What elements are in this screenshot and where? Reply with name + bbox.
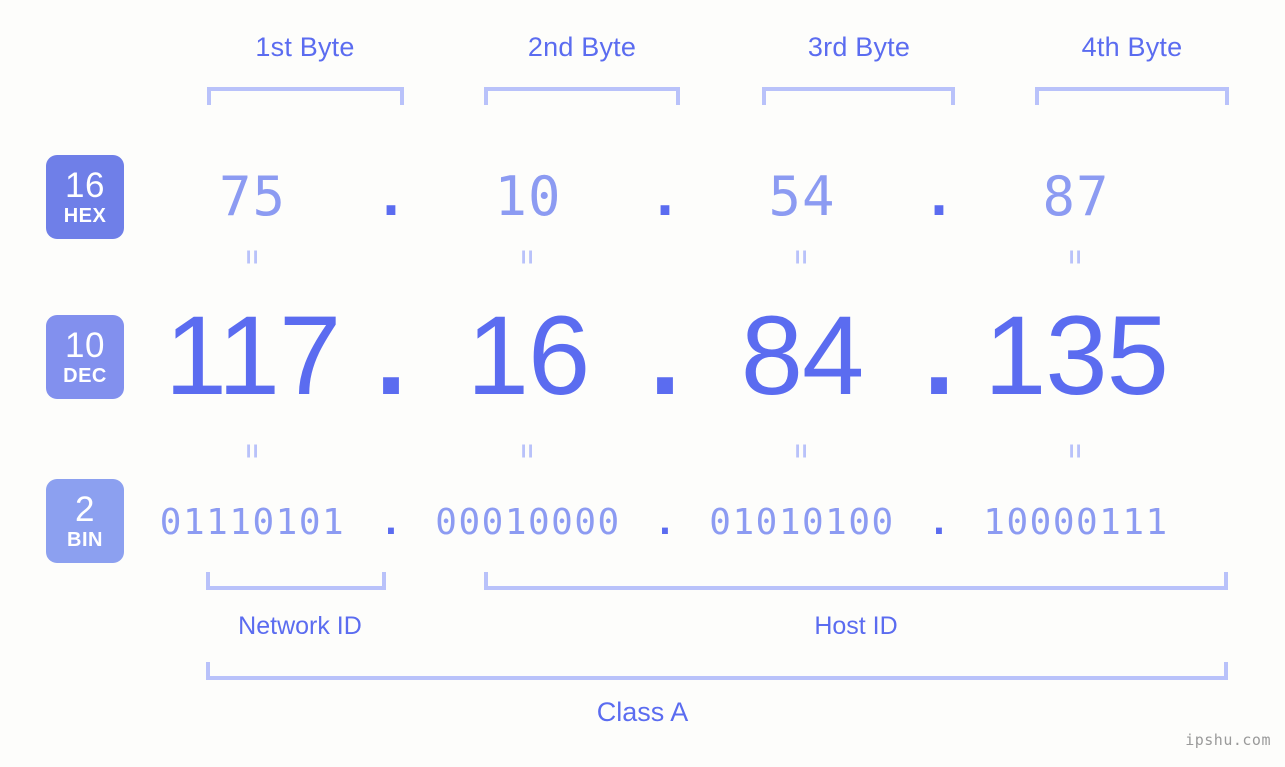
dec-value-row: 117 . 16 . 84 . 135 [140, 293, 1260, 418]
dec-separator-3: . [923, 292, 955, 418]
byte-header-3-label: 3rd Byte [807, 32, 911, 62]
byte-header-3: 3rd Byte [761, 32, 957, 63]
hex-separator-1: . [374, 164, 408, 228]
base-badge-dec-number: 10 [65, 326, 105, 365]
network-id-label: Network ID [200, 612, 400, 641]
hex-octet-2: 10 [494, 164, 562, 228]
dec-separator-1: . [375, 292, 407, 418]
base-badge-bin-number: 2 [75, 490, 95, 529]
class-label: Class A [0, 697, 1285, 728]
host-id-label: Host ID [756, 612, 956, 641]
byte-bracket-top-1 [207, 87, 404, 105]
hex-separator-3: . [922, 164, 956, 228]
hex-octet-3: 54 [768, 164, 836, 228]
host-id-bracket [484, 572, 1228, 590]
bin-separator-1: . [380, 501, 402, 543]
equals-row-hex-dec: = = = = [140, 244, 1260, 271]
equals-row-dec-bin: = = = = [140, 438, 1260, 465]
byte-header-4-label: 4th Byte [1081, 32, 1183, 62]
base-badge-hex: 16 HEX [46, 155, 124, 239]
equals-mark-8: = [1061, 443, 1091, 459]
ip-address-diagram: 1st Byte 2nd Byte 3rd Byte 4th Byte 16 H… [0, 0, 1285, 767]
base-badge-hex-name: HEX [63, 205, 107, 227]
byte-header-1: 1st Byte [205, 32, 405, 63]
bin-octet-4: 10000111 [983, 501, 1169, 543]
network-id-bracket [206, 572, 386, 590]
byte-bracket-top-4 [1035, 87, 1229, 105]
equals-mark-4: = [1061, 249, 1091, 265]
bin-separator-3: . [928, 501, 950, 543]
equals-mark-6: = [513, 443, 543, 459]
byte-header-2-label: 2nd Byte [527, 32, 637, 62]
byte-header-4: 4th Byte [1034, 32, 1230, 63]
dec-separator-2: . [649, 292, 681, 418]
dec-octet-3: 84 [740, 292, 865, 418]
byte-header-1-label: 1st Byte [255, 32, 355, 62]
equals-mark-7: = [787, 443, 817, 459]
dec-octet-1: 117 [164, 292, 342, 418]
byte-bracket-top-2 [484, 87, 680, 105]
bin-octet-3: 01010100 [709, 501, 895, 543]
hex-value-row: 75 . 10 . 54 . 87 [140, 152, 1260, 240]
equals-mark-3: = [787, 249, 817, 265]
base-badge-dec: 10 DEC [46, 315, 124, 399]
hex-separator-2: . [648, 164, 682, 228]
equals-mark-2: = [513, 249, 543, 265]
byte-bracket-top-3 [762, 87, 955, 105]
bin-separator-2: . [654, 501, 676, 543]
host-id-text: Host ID [814, 612, 898, 640]
bin-octet-2: 00010000 [435, 501, 621, 543]
base-badge-hex-number: 16 [65, 166, 105, 205]
byte-header-2: 2nd Byte [483, 32, 681, 63]
bin-octet-1: 01110101 [159, 501, 346, 543]
dec-octet-4: 135 [984, 292, 1169, 418]
class-bracket [206, 662, 1228, 680]
hex-octet-1: 75 [218, 164, 287, 228]
class-text: Class A [596, 697, 689, 727]
base-badge-bin: 2 BIN [46, 479, 124, 563]
network-id-text: Network ID [238, 612, 362, 640]
dec-octet-2: 16 [466, 292, 591, 418]
equals-mark-1: = [237, 249, 268, 265]
bin-value-row: 01110101 . 00010000 . 01010100 . 1000011… [140, 492, 1260, 552]
base-badge-bin-name: BIN [67, 529, 103, 551]
hex-octet-4: 87 [1042, 164, 1110, 228]
base-badge-dec-name: DEC [63, 365, 107, 387]
equals-mark-5: = [237, 443, 268, 459]
watermark: ipshu.com [1185, 731, 1271, 749]
